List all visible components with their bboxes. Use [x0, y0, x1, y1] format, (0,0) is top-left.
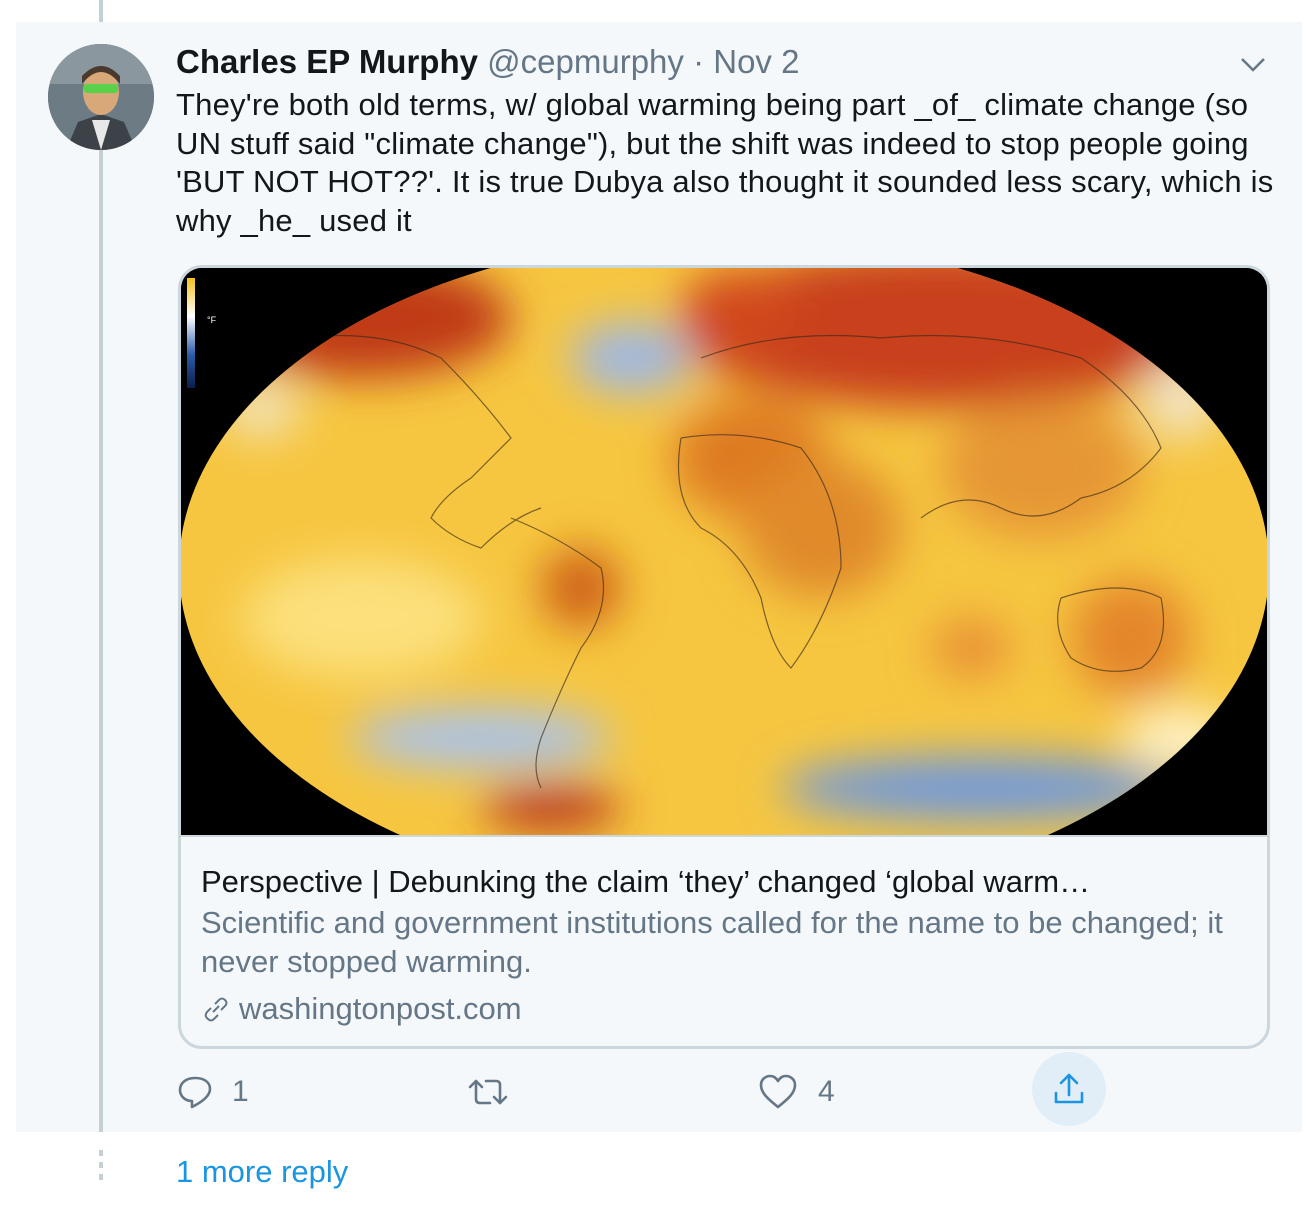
- like-count: 4: [818, 1075, 835, 1108]
- temperature-map-image: °F: [181, 268, 1267, 835]
- card-description: Scientific and government institutions c…: [201, 905, 1223, 979]
- reply-icon: [178, 1076, 212, 1109]
- header-separator: ·: [693, 43, 705, 80]
- avatar[interactable]: [48, 44, 154, 150]
- like-icon: [759, 1074, 797, 1109]
- card-title[interactable]: Perspective | Debunking the claim ‘they’…: [201, 863, 1251, 901]
- previous-tweet-tail: [16, 0, 1302, 22]
- card-domain-label: washingtonpost.com: [239, 991, 522, 1026]
- link-card[interactable]: °F Perspective | Debunking the claim ‘th…: [178, 265, 1270, 1049]
- tweet-text: They're both old terms, w/ global warmin…: [176, 87, 1274, 238]
- left-gutter: [0, 0, 16, 1210]
- reply-button[interactable]: 1: [176, 1052, 249, 1132]
- more-replies-link[interactable]: 1 more reply: [176, 1152, 348, 1192]
- more-replies-row[interactable]: 1 more reply: [16, 1132, 1302, 1210]
- thread-line: [99, 134, 103, 1132]
- tweet-actions: 1 4: [176, 1052, 1276, 1132]
- avatar-image: [48, 44, 154, 150]
- author-name[interactable]: Charles EP Murphy: [176, 43, 478, 80]
- thread-dots: [99, 1150, 103, 1192]
- reply-count: 1: [232, 1075, 249, 1108]
- card-domain[interactable]: washingtonpost.com: [201, 989, 522, 1029]
- caret-down-icon[interactable]: [1238, 52, 1268, 76]
- author-handle[interactable]: @cepmurphy: [487, 43, 684, 80]
- share-button[interactable]: [1032, 1052, 1106, 1126]
- card-image[interactable]: °F: [181, 268, 1267, 835]
- tweet[interactable]: Charles EP Murphy @cepmurphy · Nov 2 The…: [16, 22, 1302, 1132]
- right-gutter: [1302, 0, 1312, 1210]
- retweet-icon: [468, 1079, 508, 1105]
- link-icon: [204, 997, 228, 1022]
- retweet-button[interactable]: [466, 1052, 510, 1132]
- thread-connector-top: [99, 0, 103, 22]
- legend-bar: [187, 278, 195, 388]
- tweet-date[interactable]: Nov 2: [713, 43, 799, 80]
- card-text[interactable]: Perspective | Debunking the claim ‘they’…: [181, 835, 1267, 1046]
- share-icon: [1054, 1073, 1084, 1104]
- legend-unit: °F: [207, 315, 217, 325]
- like-button[interactable]: 4: [758, 1052, 835, 1132]
- tweet-header: Charles EP Murphy @cepmurphy · Nov 2: [176, 40, 799, 84]
